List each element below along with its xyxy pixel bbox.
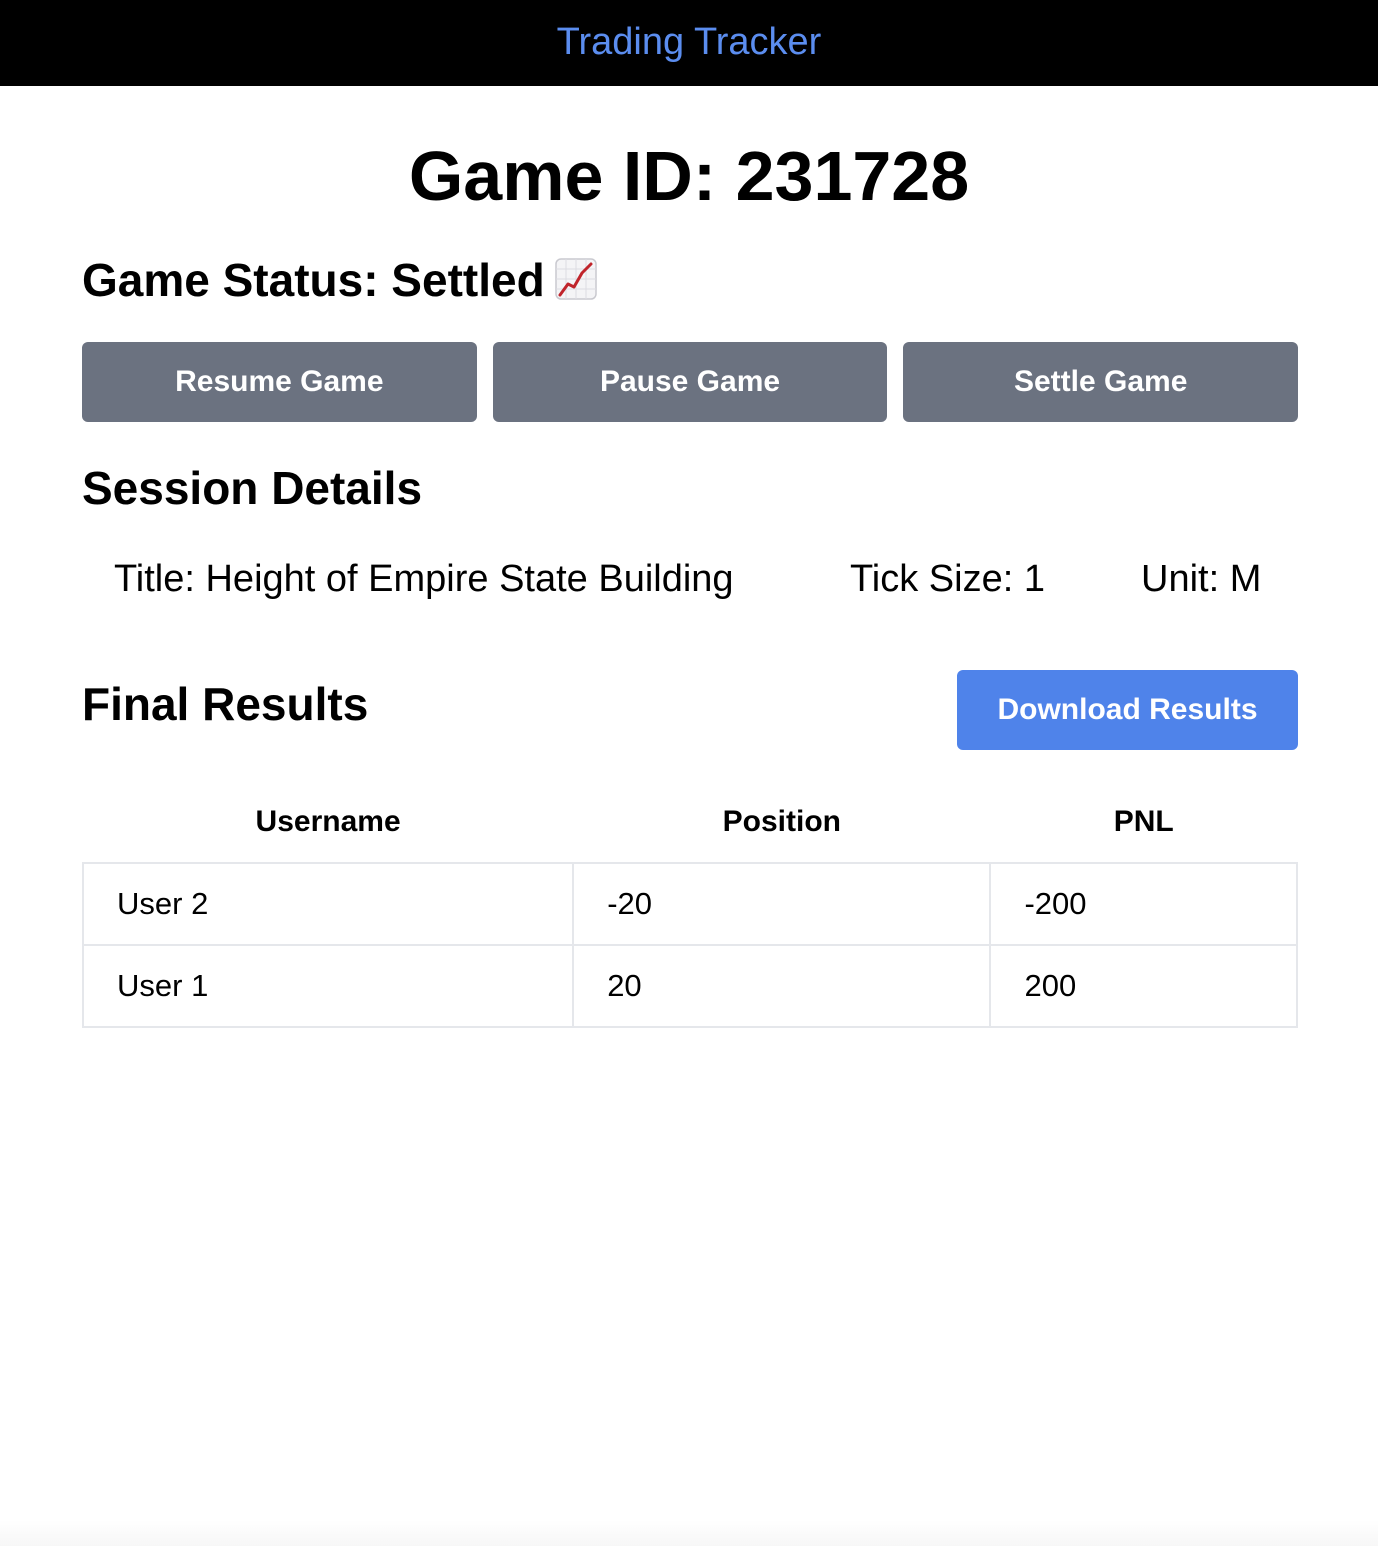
unit: Unit: M — [1141, 558, 1262, 600]
column-header-position: Position — [722, 805, 841, 838]
table-row: User 2 -20 -200 — [81, 862, 1298, 946]
cell-position: 20 — [572, 944, 992, 1028]
session-details-heading: Session Details — [82, 462, 423, 514]
column-header-username: Username — [255, 805, 401, 838]
cell-username: User 1 — [81, 944, 575, 1028]
page-bottom-edge — [0, 1520, 1378, 1546]
session-title: Title: Height of Empire State Building — [114, 558, 734, 600]
tick-size: Tick Size: 1 — [850, 558, 1045, 600]
pause-game-button[interactable]: Pause Game — [492, 342, 888, 422]
column-header-pnl: PNL — [1113, 805, 1174, 838]
game-controls: Resume Game Pause Game Settle Game — [82, 342, 1299, 422]
resume-game-button[interactable]: Resume Game — [82, 342, 477, 422]
table-row: User 1 20 200 — [81, 944, 1298, 1028]
settle-game-button[interactable]: Settle Game — [903, 342, 1299, 422]
download-results-button[interactable]: Download Results — [957, 670, 1298, 750]
table-header-row: Username Position PNL — [83, 782, 1297, 863]
top-navbar: Trading Tracker — [0, 0, 1378, 86]
cell-username: User 2 — [81, 862, 575, 946]
cell-pnl: -200 — [989, 862, 1298, 946]
cell-position: -20 — [572, 862, 992, 946]
results-table: Username Position PNL User 2 -20 -200 Us… — [81, 782, 1298, 1028]
game-status-heading: Game Status: Settled — [82, 252, 597, 308]
game-status-text: Game Status: Settled — [82, 254, 545, 306]
brand-link[interactable]: Trading Tracker — [557, 23, 822, 61]
cell-pnl: 200 — [989, 944, 1298, 1028]
chart-increasing-icon — [554, 258, 597, 300]
final-results-heading: Final Results — [82, 678, 369, 730]
game-id-title: Game ID: 231728 — [408, 137, 970, 215]
